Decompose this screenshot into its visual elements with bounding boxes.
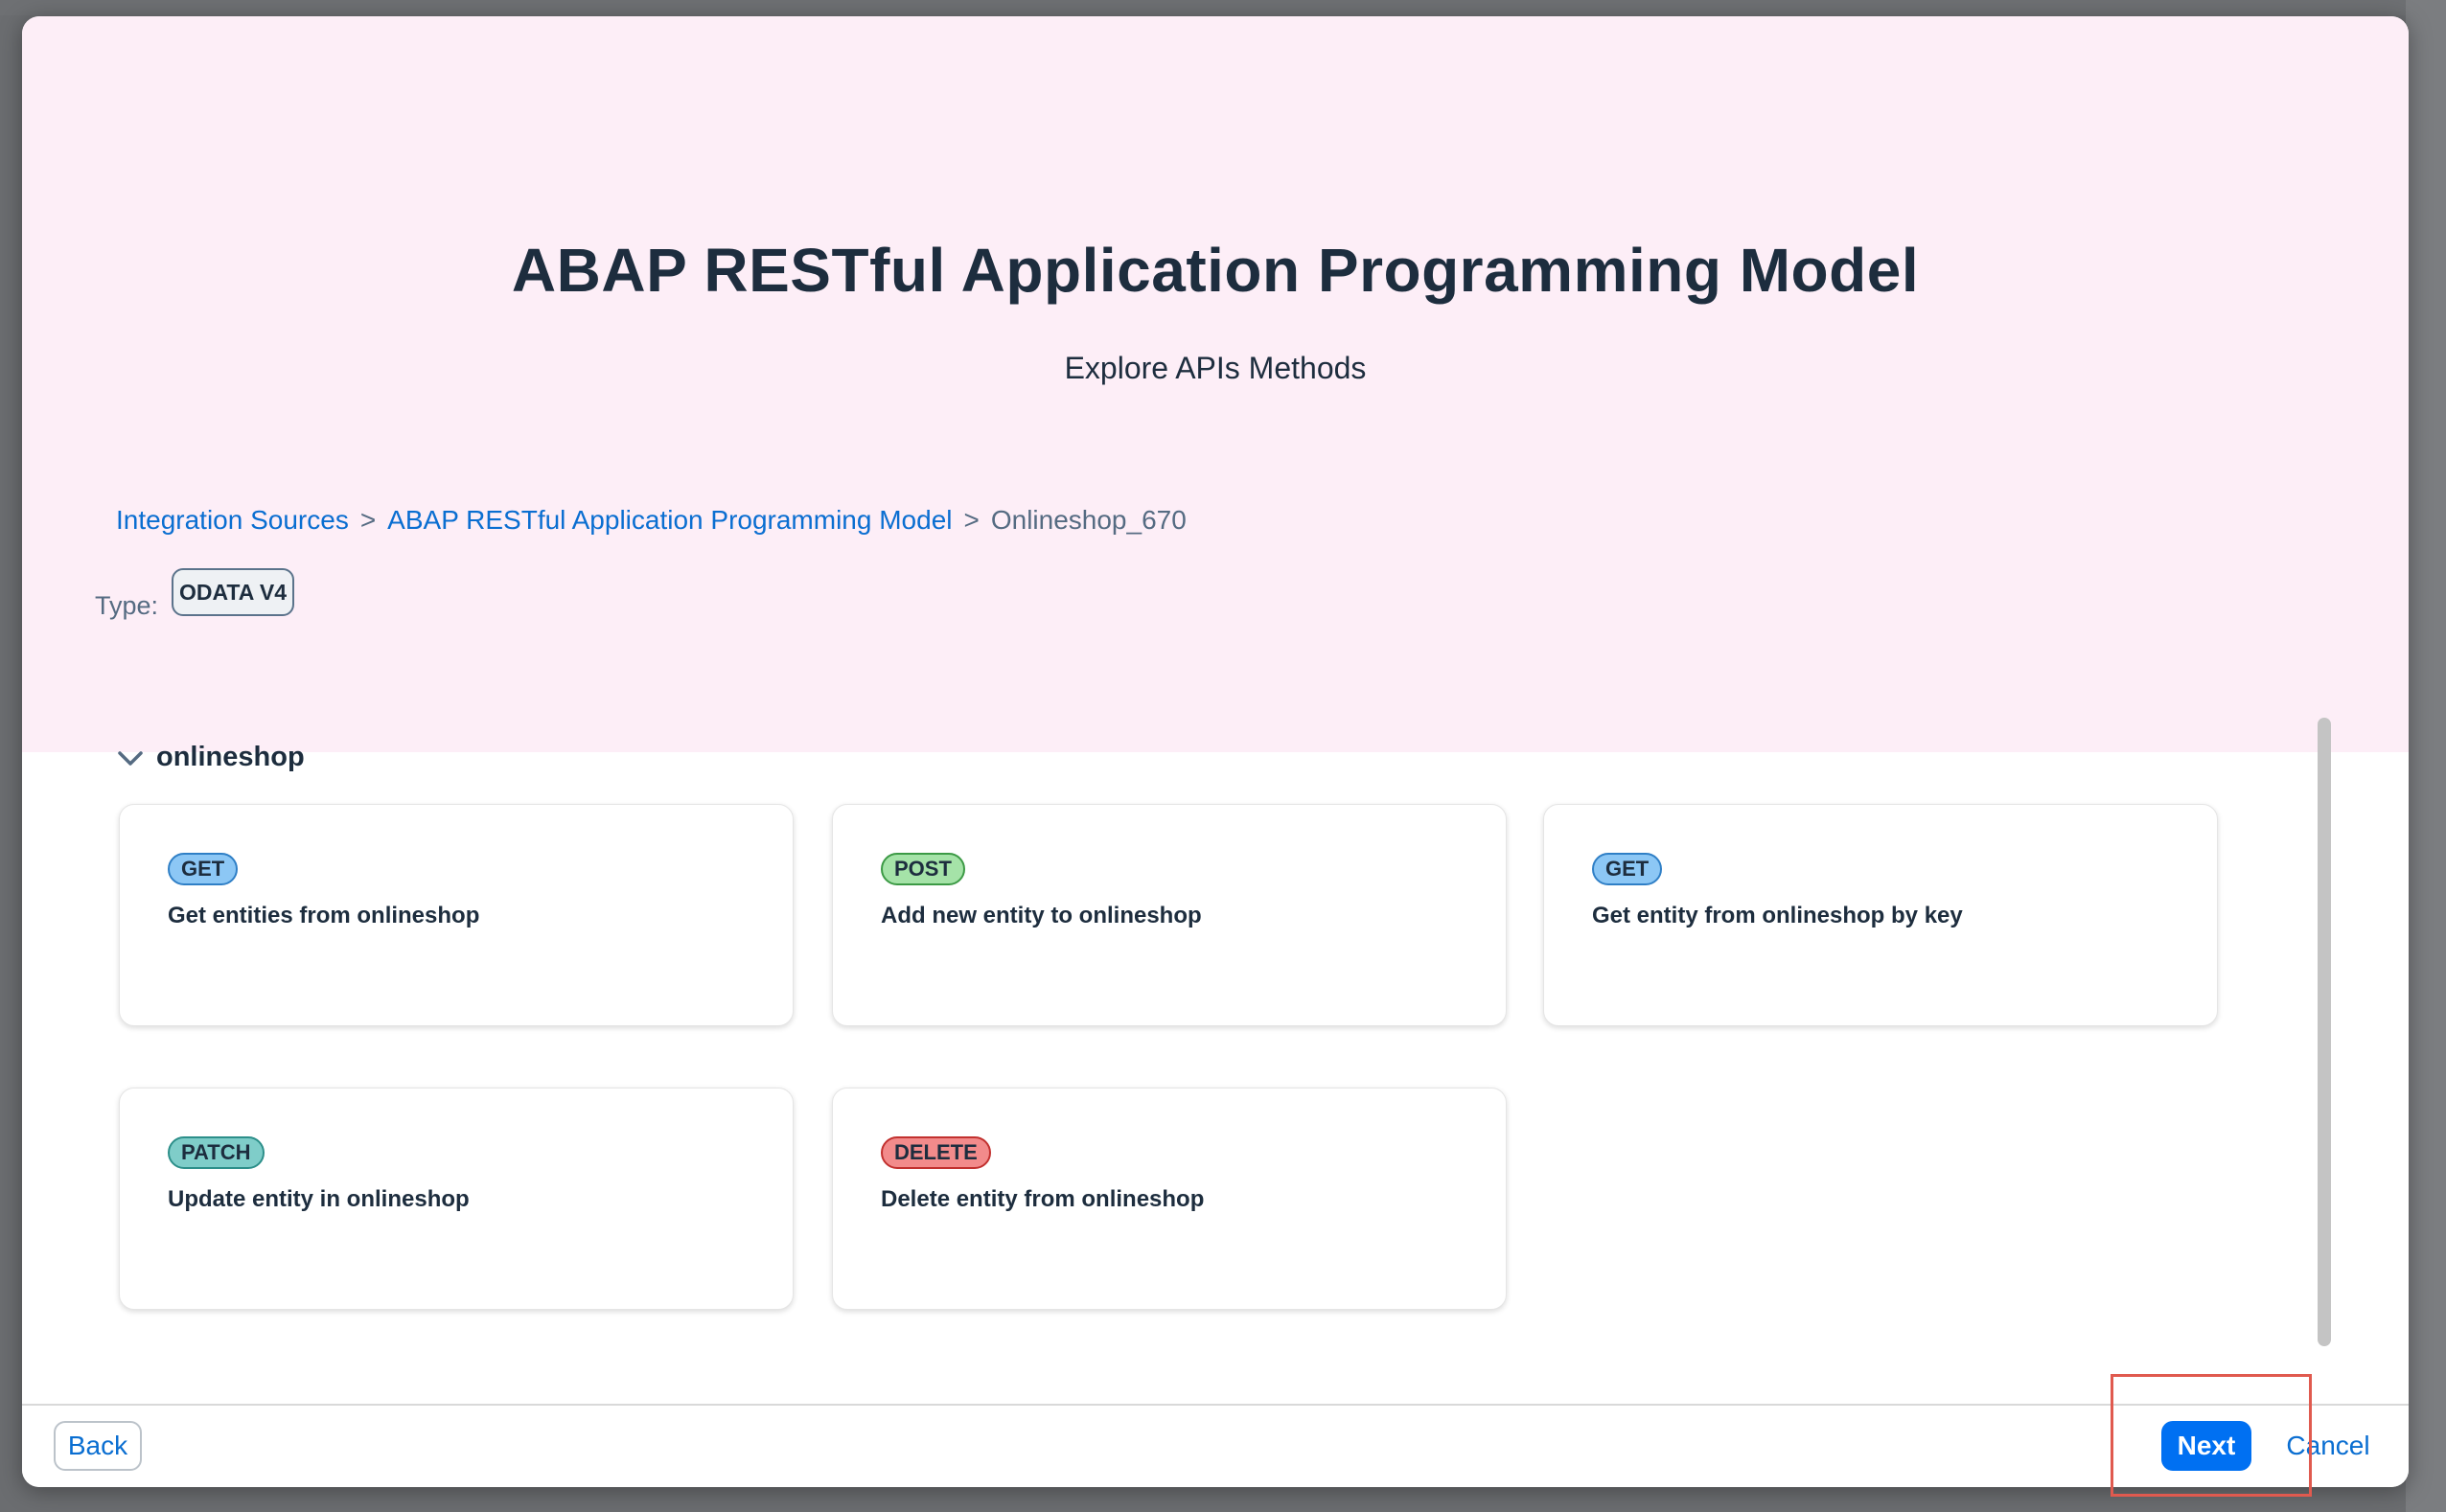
method-badge-post: POST	[881, 853, 965, 885]
back-button[interactable]: Back	[54, 1421, 142, 1471]
group-header-onlineshop[interactable]: onlineshop	[116, 742, 305, 773]
scrollbar-thumb[interactable]	[2318, 718, 2331, 1346]
backdrop	[0, 0, 2446, 15]
method-badge-get: GET	[168, 853, 239, 885]
method-badge-delete: DELETE	[881, 1136, 991, 1169]
breadcrumb-abap-restful[interactable]: ABAP RESTful Application Programming Mod…	[387, 505, 952, 535]
method-card-delete-entity[interactable]: DELETE Delete entity from onlineshop	[832, 1088, 1507, 1310]
group-title: onlineshop	[156, 742, 305, 772]
explore-apis-dialog: ABAP RESTful Application Programming Mod…	[22, 16, 2409, 1487]
breadcrumb-separator: >	[963, 505, 980, 535]
breadcrumb-separator: >	[359, 505, 377, 535]
method-card-get-entities[interactable]: GET Get entities from onlineshop	[119, 804, 794, 1026]
chevron-down-icon[interactable]	[116, 744, 145, 772]
breadcrumb-current: Onlineshop_670	[990, 505, 1187, 535]
dialog-title: ABAP RESTful Application Programming Mod…	[511, 236, 1920, 305]
type-badge: ODATA V4	[172, 568, 294, 616]
dialog-subtitle: Explore APIs Methods	[1064, 351, 1367, 385]
backdrop-panel-lower	[2406, 0, 2446, 1512]
breadcrumb: Integration Sources > ABAP RESTful Applica…	[116, 505, 1187, 536]
method-badge-get: GET	[1592, 853, 1663, 885]
next-button[interactable]: Next	[2161, 1421, 2251, 1471]
method-card-get-entity-by-key[interactable]: GET Get entity from onlineshop by key	[1543, 804, 2218, 1026]
method-description: Add new entity to onlineshop	[881, 903, 1202, 928]
type-label: Type:	[95, 591, 159, 620]
method-badge-patch: PATCH	[168, 1136, 265, 1169]
cancel-button[interactable]: Cancel	[2280, 1421, 2376, 1471]
method-card-post-entity[interactable]: POST Add new entity to onlineshop	[832, 804, 1507, 1026]
method-description: Delete entity from onlineshop	[881, 1186, 1205, 1212]
dialog-footer: Back Next Cancel	[22, 1404, 2409, 1487]
method-description: Get entity from onlineshop by key	[1592, 903, 1963, 928]
method-description: Update entity in onlineshop	[168, 1186, 470, 1212]
method-description: Get entities from onlineshop	[168, 903, 480, 928]
method-card-patch-entity[interactable]: PATCH Update entity in onlineshop	[119, 1088, 794, 1310]
breadcrumb-integration-sources[interactable]: Integration Sources	[116, 505, 349, 535]
